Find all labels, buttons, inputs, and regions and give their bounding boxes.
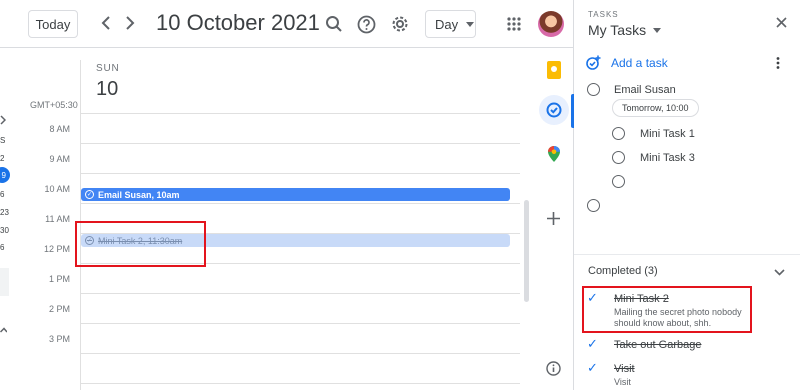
hour-label: 2 PM <box>48 304 70 314</box>
task-list-selector[interactable]: My Tasks <box>588 22 662 38</box>
task-checkbox[interactable] <box>587 199 600 212</box>
tasks-icon[interactable] <box>539 95 569 125</box>
grid-line <box>80 353 520 354</box>
gear-icon[interactable] <box>389 13 411 35</box>
close-icon[interactable] <box>773 14 789 30</box>
divider <box>574 254 800 255</box>
mini-calendar-day[interactable]: 2 <box>0 154 4 163</box>
caret-down-icon <box>653 27 662 33</box>
view-select[interactable]: Day <box>425 10 476 38</box>
timezone-label: GMT+05:30 <box>30 100 78 110</box>
panel-kicker: TASKS <box>588 10 619 19</box>
hour-label: 3 PM <box>48 334 70 344</box>
date-title: 10 October 2021 <box>156 10 320 35</box>
avatar[interactable] <box>538 11 564 37</box>
event-title: Email Susan, 10am <box>98 189 180 200</box>
completed-check-icon[interactable]: ✓ <box>587 360 598 376</box>
add-task-button[interactable]: Add a task <box>586 55 668 70</box>
subtask-checkbox[interactable] <box>612 175 625 188</box>
scrollbar[interactable] <box>524 200 529 302</box>
hour-label: 12 PM <box>43 244 70 254</box>
side-panel-rail <box>535 48 573 390</box>
grid-line <box>80 203 520 204</box>
grid-line <box>80 383 520 384</box>
chevron-up-icon[interactable] <box>0 320 8 338</box>
chevron-left-icon[interactable] <box>96 13 116 33</box>
hour-label: 11 AM <box>45 214 70 224</box>
grid-line <box>80 143 520 144</box>
due-date-chip[interactable]: Tomorrow, 10:00 <box>612 99 699 117</box>
mini-calendar-selected-day[interactable]: 9 <box>0 167 10 183</box>
mini-calendar-day[interactable]: 30 <box>0 226 9 235</box>
task-checkbox[interactable] <box>587 83 600 96</box>
keep-icon[interactable] <box>547 61 561 79</box>
grid-line <box>80 113 520 114</box>
day-number[interactable]: 10 <box>96 78 118 101</box>
task-check-icon: ✓ <box>85 190 94 199</box>
completed-check-icon[interactable]: ✓ <box>587 336 598 352</box>
help-icon[interactable] <box>355 13 377 35</box>
completed-header[interactable]: Completed (3) <box>588 265 658 277</box>
mini-calendar-day[interactable]: 6 <box>0 190 4 199</box>
top-bar: Today 10 October 2021 Day <box>0 0 573 48</box>
hour-label: 9 AM <box>49 154 70 164</box>
subtask-title[interactable]: Mini Task 1 <box>640 128 695 140</box>
task-list-name: My Tasks <box>588 22 647 38</box>
chevron-right-icon[interactable] <box>120 13 140 33</box>
search-icon[interactable] <box>323 13 345 35</box>
completed-task-title[interactable]: Take out Garbage <box>614 339 701 351</box>
completed-task-title[interactable]: Visit <box>614 363 635 375</box>
task-title[interactable]: Email Susan <box>614 84 676 96</box>
chevron-right-icon[interactable] <box>0 112 7 130</box>
completed-task-note: Visit <box>614 377 631 387</box>
maps-icon[interactable] <box>547 145 561 168</box>
hour-label: 8 AM <box>49 124 70 134</box>
more-options-icon[interactable] <box>776 56 780 72</box>
grid-line <box>80 173 520 174</box>
calendar-event[interactable]: ✓ Email Susan, 10am <box>81 188 510 201</box>
apps-grid-icon[interactable] <box>503 13 525 35</box>
mini-calendar-panel <box>0 268 9 296</box>
mini-calendar-day[interactable]: 6 <box>0 243 4 252</box>
hour-label: 1 PM <box>48 274 70 284</box>
day-weekday: SUN <box>96 63 120 74</box>
plus-icon[interactable] <box>547 212 560 230</box>
info-icon[interactable] <box>546 361 561 381</box>
view-select-label: Day <box>435 16 459 32</box>
highlight-box <box>75 221 206 267</box>
highlight-box <box>582 286 752 333</box>
grid-line <box>80 323 520 324</box>
mini-calendar-day[interactable]: 23 <box>0 208 9 217</box>
mini-calendar-label: S <box>0 136 6 145</box>
subtask-checkbox[interactable] <box>612 127 625 140</box>
add-task-icon <box>586 55 601 70</box>
today-button[interactable]: Today <box>28 10 78 38</box>
hour-label: 10 AM <box>44 184 70 194</box>
subtask-checkbox[interactable] <box>612 151 625 164</box>
add-task-label: Add a task <box>611 55 668 70</box>
grid-line <box>80 293 520 294</box>
caret-down-icon <box>466 21 475 27</box>
subtask-title[interactable]: Mini Task 3 <box>640 152 695 164</box>
chevron-down-icon[interactable] <box>774 263 786 276</box>
